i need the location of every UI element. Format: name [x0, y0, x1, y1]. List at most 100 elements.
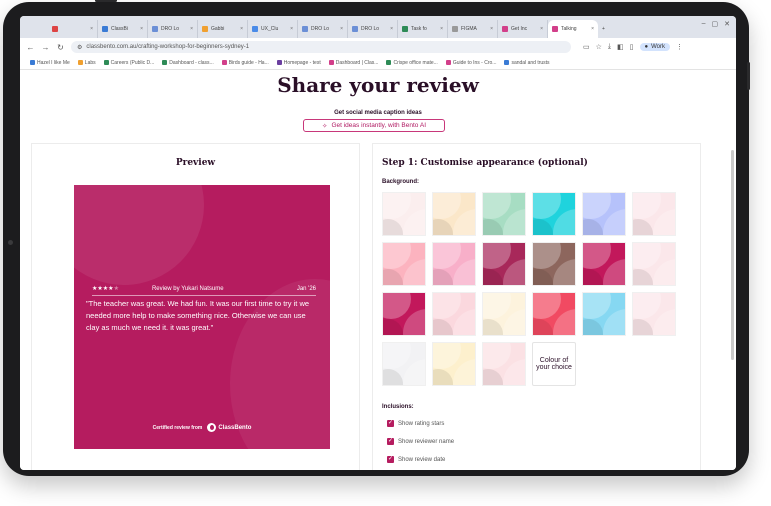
bookmark-item[interactable]: Hazel I like Me	[30, 60, 70, 66]
swatch-decoration	[483, 319, 503, 335]
tab-favicon-icon	[152, 26, 158, 32]
bookmark-label: Dashboard | Clas...	[335, 59, 379, 66]
bento-ai-ideas-button[interactable]: ✧ Get ideas instantly, with Bento AI	[303, 119, 445, 132]
swatch-decoration	[583, 269, 603, 285]
browser-tab[interactable]: ×	[48, 20, 98, 38]
browser-tab[interactable]: Gabbi ×	[198, 20, 248, 38]
swatch-decoration	[433, 243, 461, 269]
inclusion-option[interactable]: ✓ Show review date	[387, 456, 445, 463]
background-swatch[interactable]	[582, 292, 626, 336]
browser-tab[interactable]: FIGMA ×	[448, 20, 498, 38]
tab-close-icon[interactable]: ×	[240, 26, 243, 32]
bookmark-item[interactable]: Dashboard | Clas...	[328, 59, 379, 66]
background-swatch[interactable]	[532, 242, 576, 286]
browser-tab[interactable]: UX_Clu ×	[248, 20, 298, 38]
background-swatch[interactable]	[432, 192, 476, 236]
tab-close-icon[interactable]: ×	[340, 26, 343, 32]
swatch-decoration	[633, 319, 653, 335]
profile-button[interactable]: ● Work	[639, 43, 671, 51]
reload-icon[interactable]: ↻	[56, 43, 65, 52]
background-swatch[interactable]	[432, 292, 476, 336]
new-tab-icon[interactable]: +	[598, 20, 612, 38]
menu-icon[interactable]: ⋮	[676, 43, 683, 51]
tab-label: UX_Clu	[261, 26, 279, 32]
address-bar[interactable]: ⚙ classbento.com.au/crafting-workshop-fo…	[71, 41, 571, 53]
browser-tab[interactable]: Task fo ×	[398, 20, 448, 38]
minimize-icon[interactable]: –	[702, 20, 706, 28]
swatch-decoration	[383, 219, 403, 235]
tab-close-icon[interactable]: ×	[490, 26, 493, 32]
bookmark-item[interactable]: Labs	[77, 60, 96, 66]
tab-label: Task fo	[411, 26, 427, 32]
tablet-frame: × ClassBi × DRO Lo × Gabbi × UX_Clu × DRO Lo × DRO …	[3, 0, 750, 476]
close-window-icon[interactable]: ✕	[724, 20, 730, 28]
swatch-decoration	[503, 259, 525, 285]
browser-tab[interactable]: ClassBi ×	[98, 20, 148, 38]
back-icon[interactable]: ←	[26, 43, 35, 52]
tab-close-icon[interactable]: ×	[140, 26, 143, 32]
bookmark-item[interactable]: Homepage - test	[276, 60, 321, 66]
inclusion-label: Show reviewer name	[398, 438, 455, 445]
bookmark-item[interactable]: Guide to Ins - Cro...	[445, 60, 496, 66]
bookmark-item[interactable]: Crispe office mate...	[386, 60, 438, 66]
install-icon[interactable]: ▭	[583, 43, 590, 51]
page-scrollbar[interactable]	[731, 150, 734, 360]
checkbox[interactable]: ✓	[387, 420, 394, 427]
download-icon[interactable]: ⤓	[608, 43, 611, 51]
avatar: ●	[644, 44, 649, 50]
custom-colour-swatch[interactable]: Colour of your choice	[532, 342, 576, 386]
swatch-decoration	[603, 259, 625, 285]
review-card-header: ★★★★★ Review by Yukari Natsume Jan '26	[92, 285, 316, 296]
background-swatch[interactable]	[582, 242, 626, 286]
browser-tab[interactable]: DRO Lo ×	[298, 20, 348, 38]
background-swatch[interactable]	[432, 242, 476, 286]
forward-icon[interactable]: →	[41, 43, 50, 52]
checkbox[interactable]: ✓	[387, 438, 394, 445]
background-swatch[interactable]	[632, 292, 676, 336]
browser-tab[interactable]: DRO Lo ×	[148, 20, 198, 38]
tab-favicon-icon	[52, 26, 58, 32]
background-swatch[interactable]	[482, 342, 526, 386]
tab-close-icon[interactable]: ×	[540, 26, 543, 32]
site-info-icon[interactable]: ⚙	[77, 44, 82, 51]
bookmark-item[interactable]: sandal and trusts	[504, 60, 550, 66]
tab-close-icon[interactable]: ×	[190, 26, 193, 32]
review-quote: "The teacher was great. We had fun. It w…	[86, 299, 310, 332]
browser-tab[interactable]: Talking ×	[548, 20, 598, 38]
extensions-icon[interactable]: ◧	[617, 43, 624, 51]
card-decoration	[74, 185, 204, 285]
bookmark-star-icon[interactable]: ☆	[596, 43, 602, 51]
browser-tab[interactable]: DRO Lo ×	[348, 20, 398, 38]
background-swatch[interactable]	[382, 192, 426, 236]
checkbox[interactable]: ✓	[387, 456, 394, 463]
background-swatch[interactable]	[532, 292, 576, 336]
background-swatch[interactable]	[632, 242, 676, 286]
tab-close-icon[interactable]: ×	[440, 26, 443, 32]
bookmark-item[interactable]: Careers (Public D...	[103, 60, 154, 66]
background-swatch[interactable]	[482, 192, 526, 236]
bookmark-item[interactable]: Birds guide - Ha...	[221, 60, 269, 66]
tab-close-icon[interactable]: ×	[591, 26, 594, 32]
tab-close-icon[interactable]: ×	[290, 26, 293, 32]
browser-tab[interactable]: Get Inc ×	[498, 20, 548, 38]
maximize-icon[interactable]: ▢	[712, 20, 719, 28]
swatch-decoration	[633, 219, 653, 235]
background-swatch[interactable]	[382, 292, 426, 336]
background-swatch[interactable]	[582, 192, 626, 236]
classbento-logo-icon	[207, 423, 217, 432]
bookmark-item[interactable]: Dashboard - class...	[162, 60, 214, 66]
background-swatch[interactable]	[632, 192, 676, 236]
tab-close-icon[interactable]: ×	[90, 26, 93, 32]
tab-close-icon[interactable]: ×	[390, 26, 393, 32]
background-swatch[interactable]	[432, 342, 476, 386]
background-swatch[interactable]	[382, 242, 426, 286]
tab-favicon-icon	[202, 26, 208, 32]
background-swatch[interactable]	[482, 292, 526, 336]
background-swatch[interactable]	[482, 242, 526, 286]
sidepanel-icon[interactable]: ▯	[630, 43, 634, 51]
inclusion-option[interactable]: ✓ Show rating stars	[387, 420, 444, 427]
url-text: classbento.com.au/crafting-workshop-for-…	[86, 44, 250, 50]
background-swatch[interactable]	[382, 342, 426, 386]
inclusion-option[interactable]: ✓ Show reviewer name	[387, 438, 454, 445]
background-swatch[interactable]	[532, 192, 576, 236]
